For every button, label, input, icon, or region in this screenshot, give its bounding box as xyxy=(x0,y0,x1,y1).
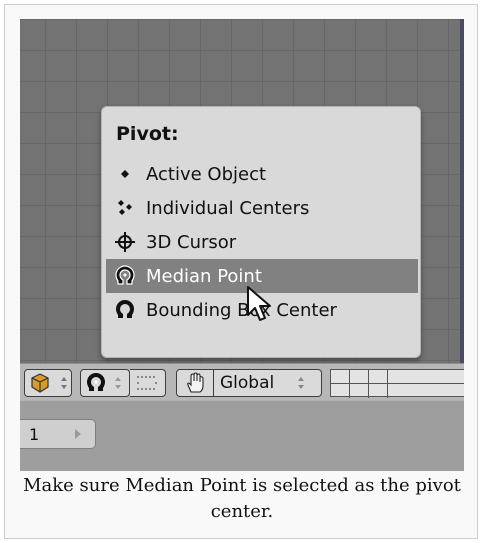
spin-arrows-icon xyxy=(61,377,67,389)
object-mode-selector[interactable] xyxy=(24,369,72,397)
blender-screenshot: Pivot: Active Object Individual Centers xyxy=(20,19,464,471)
menu-item-3d-cursor[interactable]: 3D Cursor xyxy=(106,225,418,259)
hand-icon xyxy=(187,372,204,393)
menu-item-label: Bounding Box Center xyxy=(146,299,337,321)
menu-item-individual-centers[interactable]: Individual Centers xyxy=(106,191,418,225)
cube-icon xyxy=(31,373,49,393)
bottom-bar: 1 xyxy=(20,400,464,471)
spin-arrows-icon xyxy=(115,377,121,389)
layer-buttons[interactable] xyxy=(330,369,464,398)
dot-icon xyxy=(112,161,138,187)
menu-item-label: 3D Cursor xyxy=(146,231,237,253)
frame-number-field[interactable]: 1 xyxy=(20,419,96,449)
spin-arrows-icon xyxy=(298,377,305,389)
manipulator-toggle[interactable] xyxy=(176,369,214,397)
orientation-value: Global xyxy=(220,373,275,393)
menu-item-label: Individual Centers xyxy=(146,197,310,219)
frame-number: 1 xyxy=(29,424,40,444)
viewport-border xyxy=(460,19,464,363)
figure-frame: Pivot: Active Object Individual Centers xyxy=(4,4,478,539)
menu-title: Pivot: xyxy=(116,123,179,145)
individual-centers-icon xyxy=(112,195,138,221)
median-point-icon xyxy=(87,373,105,391)
menu-item-active-object[interactable]: Active Object xyxy=(106,157,418,191)
dotted-arrows-icon xyxy=(137,376,157,390)
right-arrow-icon xyxy=(75,429,82,439)
mouse-pointer-icon xyxy=(247,286,271,321)
crosshair-icon xyxy=(112,229,138,255)
menu-item-label: Active Object xyxy=(146,163,267,185)
pivot-selector[interactable] xyxy=(80,369,130,397)
move-points-toggle[interactable] xyxy=(130,369,166,397)
median-point-icon xyxy=(112,263,138,289)
transform-orientation-select[interactable]: Global xyxy=(214,369,322,397)
figure-caption: Make sure Median Point is selected as th… xyxy=(23,475,461,522)
menu-item-label: Median Point xyxy=(146,265,262,287)
bounding-box-icon xyxy=(112,297,138,323)
3d-view-header: Global xyxy=(20,363,464,400)
